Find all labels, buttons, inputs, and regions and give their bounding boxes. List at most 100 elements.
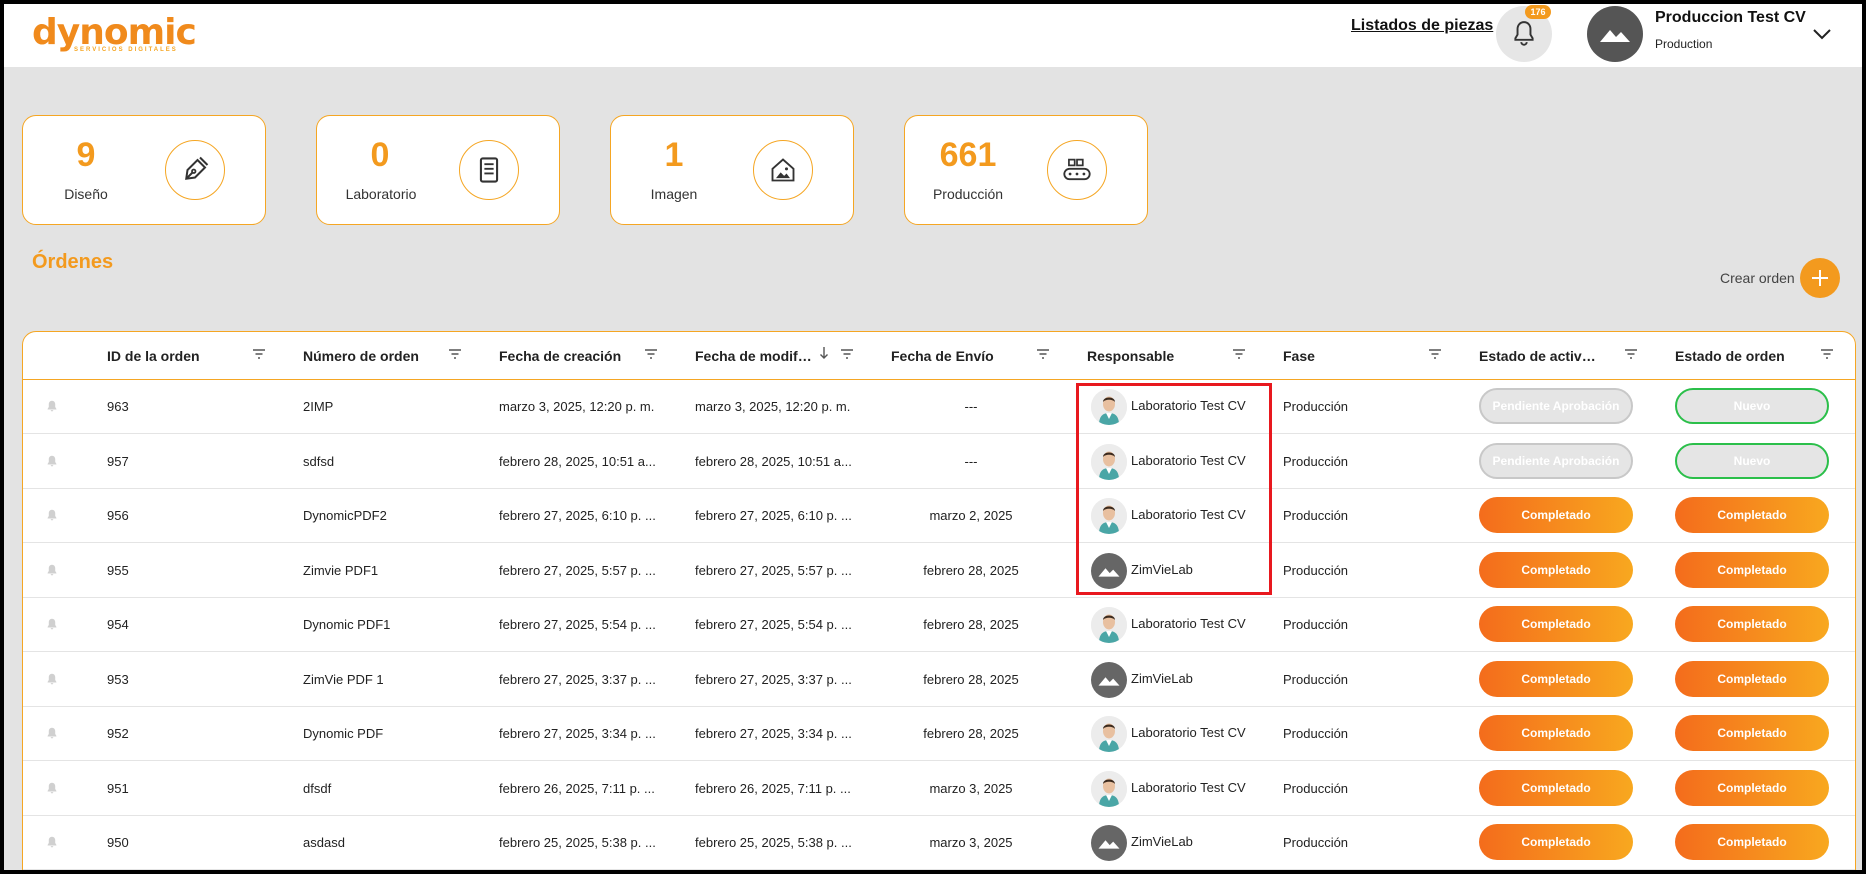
stat-card-produccion[interactable]: 661 Producción [904, 115, 1148, 225]
table-row[interactable]: 952 Dynomic PDF febrero 27, 2025, 3:34 p. … [23, 707, 1855, 761]
column-header-phase[interactable]: Fase [1283, 346, 1433, 366]
bell-icon[interactable] [45, 563, 59, 577]
person-photo-icon [1091, 770, 1127, 807]
order-status-button[interactable]: Completado [1675, 497, 1829, 533]
stat-card-imagen[interactable]: 1 Imagen [610, 115, 854, 225]
order-number[interactable]: DynomicPDF2 [303, 508, 483, 523]
column-header-id[interactable]: ID de la orden [107, 346, 257, 366]
activity-status-button[interactable]: Completado [1479, 660, 1633, 697]
table-row[interactable]: 955 Zimvie PDF1 febrero 27, 2025, 5:57 p. … [23, 544, 1855, 598]
bell-icon[interactable] [45, 726, 59, 740]
document-icon [479, 157, 499, 183]
bell-icon[interactable] [45, 617, 59, 631]
stat-card-laboratorio[interactable]: 0 Laboratorio [316, 115, 560, 225]
phase: Producción [1283, 508, 1349, 523]
table-row[interactable]: 953 ZimVie PDF 1 febrero 27, 2025, 3:37 p.… [23, 653, 1855, 707]
order-status-button[interactable]: Completado [1675, 551, 1829, 588]
order-number[interactable]: Dynomic PDF [303, 726, 483, 741]
activity-status-button[interactable]: Completado [1479, 606, 1633, 642]
order-status-button[interactable]: Nuevo [1675, 388, 1829, 424]
order-number[interactable]: 2IMP [303, 399, 483, 414]
pen-nib-icon [185, 156, 209, 180]
person-photo-icon [1091, 443, 1127, 480]
activity-status-button[interactable]: Completado [1479, 551, 1633, 588]
person-photo-icon [1091, 716, 1127, 752]
order-number[interactable]: Zimvie PDF1 [303, 563, 483, 578]
stat-card-diseno[interactable]: 9 Diseño [22, 115, 266, 225]
order-status-button[interactable]: Completado [1675, 660, 1829, 697]
order-number[interactable]: asdasd [303, 835, 483, 850]
table-row[interactable]: 951 dfsdf febrero 26, 2025, 7:11 p. ... feb… [23, 762, 1855, 816]
order-id: 950 [107, 835, 129, 850]
responsible-avatar [1091, 607, 1127, 643]
filter-icon[interactable] [1036, 348, 1050, 360]
order-status-button[interactable]: Completado [1675, 715, 1829, 751]
order-number[interactable]: sdfsd [303, 454, 483, 469]
sent-date: febrero 28, 2025 [923, 617, 1019, 632]
activity-status-button[interactable]: Completado [1479, 715, 1633, 751]
activity-status-button[interactable]: Completado [1479, 769, 1633, 806]
column-header-responsible[interactable]: Responsable [1087, 346, 1237, 366]
logo-subtext: SERVICIOS DIGITALES [74, 47, 178, 53]
bell-icon[interactable] [45, 508, 59, 522]
table-header: ID de la orden Número de orden Fecha de … [23, 332, 1855, 380]
responsible-avatar [1091, 443, 1127, 480]
order-id: 954 [107, 617, 129, 632]
activity-status-button[interactable]: Pendiente Aprobación [1479, 388, 1633, 424]
filter-icon[interactable] [644, 348, 658, 360]
column-header-created[interactable]: Fecha de creación [499, 346, 649, 366]
activity-status-button[interactable]: Pendiente Aprobación [1479, 442, 1633, 479]
table-row[interactable]: 963 2IMP marzo 3, 2025, 12:20 p. m. marzo 3… [23, 380, 1855, 434]
stat-value: 1 [664, 136, 684, 174]
order-number[interactable]: Dynomic PDF1 [303, 617, 483, 632]
order-number[interactable]: dfsdf [303, 781, 483, 796]
created-date: febrero 27, 2025, 3:37 p. ... [499, 671, 656, 687]
bell-icon[interactable] [45, 399, 59, 413]
create-order-label[interactable]: Crear orden [1720, 270, 1795, 286]
order-status-button[interactable]: Completado [1675, 606, 1829, 642]
filter-icon[interactable] [448, 348, 462, 360]
column-header-activity[interactable]: Estado de actividad [1479, 346, 1597, 366]
table-row[interactable]: 950 asdasd febrero 25, 2025, 5:38 p. ... fe… [23, 816, 1855, 870]
activity-status-button[interactable]: Completado [1479, 497, 1633, 533]
create-order-button[interactable] [1800, 258, 1840, 298]
created-date: febrero 27, 2025, 3:34 p. ... [499, 726, 656, 741]
responsible-avatar [1091, 552, 1127, 589]
filter-icon[interactable] [1232, 348, 1246, 360]
bell-icon[interactable] [45, 781, 59, 795]
bell-icon[interactable] [45, 454, 59, 468]
bell-icon[interactable] [45, 672, 59, 686]
image-placeholder-icon [1098, 676, 1120, 686]
chevron-down-icon[interactable] [1810, 22, 1834, 46]
responsible-name: Laboratorio Test CV [1131, 725, 1246, 740]
created-date: febrero 25, 2025, 5:38 p. ... [499, 835, 656, 850]
column-header-sent[interactable]: Fecha de Envío [891, 346, 1041, 366]
table-row[interactable]: 956 DynomicPDF2 febrero 27, 2025, 6:10 p. … [23, 489, 1855, 543]
filter-icon[interactable] [252, 348, 266, 360]
table-row[interactable]: 957 sdfsd febrero 28, 2025, 10:51 a... febr… [23, 435, 1855, 489]
user-name: Produccion Test CV [1655, 9, 1806, 26]
orders-title: Órdenes [32, 251, 114, 273]
phase: Producción [1283, 453, 1349, 469]
order-status-button[interactable]: Completado [1675, 769, 1829, 806]
user-avatar[interactable] [1587, 6, 1643, 62]
bell-icon[interactable] [45, 835, 59, 849]
activity-status-button[interactable]: Completado [1479, 824, 1633, 860]
order-status-button[interactable]: Nuevo [1675, 442, 1829, 479]
sort-down-icon[interactable] [818, 345, 830, 361]
column-header-modified[interactable]: Fecha de modificación [695, 346, 812, 366]
responsible-name: Laboratorio Test CV [1131, 507, 1246, 522]
responsible-name: Laboratorio Test CV [1131, 452, 1246, 468]
order-status-button[interactable]: Completado [1675, 824, 1829, 860]
filter-icon[interactable] [1428, 348, 1442, 360]
parts-list-link[interactable]: Listados de piezas [1351, 17, 1493, 35]
column-header-order-number[interactable]: Número de orden [303, 346, 453, 366]
table-row[interactable]: 954 Dynomic PDF1 febrero 27, 2025, 5:54 p.… [23, 598, 1855, 652]
filter-icon[interactable] [1624, 348, 1638, 360]
filter-icon[interactable] [1820, 348, 1834, 360]
modified-date: febrero 27, 2025, 5:57 p. ... [695, 562, 852, 578]
filter-icon[interactable] [840, 348, 854, 360]
column-header-status[interactable]: Estado de orden [1675, 346, 1825, 366]
logo[interactable]: dynomic SERVICIOS DIGITALES [32, 14, 197, 58]
order-number[interactable]: ZimVie PDF 1 [303, 672, 483, 687]
